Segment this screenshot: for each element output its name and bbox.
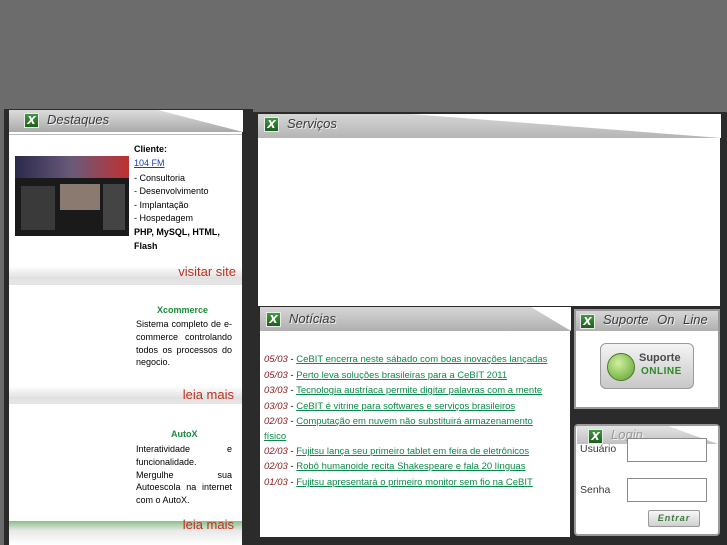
visit-band-lower	[9, 279, 242, 285]
client-link[interactable]: 104 FM	[134, 157, 165, 171]
service-item: - Implantação	[134, 200, 189, 210]
x-logo-icon: X	[264, 117, 279, 132]
news-link[interactable]: físico	[264, 431, 286, 442]
news-item[interactable]: 03/03 - CeBIT é vitrine para softwares e…	[264, 401, 515, 412]
news-date: 01/03	[264, 477, 288, 488]
support-badge-line1: Suporte	[639, 352, 681, 364]
service-item: - Consultoria	[134, 173, 186, 183]
news-item[interactable]: 05/03 - Perto leva soluções brasileiras …	[264, 370, 507, 381]
promo-autox-title: AutoX	[171, 429, 198, 439]
login-submit-button[interactable]: Entrar	[648, 510, 700, 527]
news-link[interactable]: CeBIT é vitrine para softwares e serviço…	[296, 401, 515, 412]
power-icon	[607, 353, 635, 381]
tech-list: PHP, MySQL, HTML,	[134, 227, 220, 237]
noticias-title: Notícias	[289, 311, 336, 326]
client-site-thumbnail[interactable]	[15, 156, 129, 236]
x-logo-icon: X	[24, 113, 39, 128]
header-notch	[158, 110, 243, 132]
news-link[interactable]: Robô humanoide recita Shakespeare e fala…	[296, 461, 525, 472]
news-link[interactable]: Fujitsu lança seu primeiro tablet em fei…	[296, 446, 529, 457]
news-link[interactable]: Computação em nuvem não substituirá arma…	[296, 416, 533, 427]
news-item[interactable]: 02/03 - Computação em nuvem não substitu…	[264, 416, 533, 427]
destaques-title: Destaques	[47, 112, 110, 127]
news-link[interactable]: Tecnologia austríaca permite digitar pal…	[296, 385, 542, 396]
service-item: - Desenvolvimento	[134, 186, 209, 196]
news-link[interactable]: Perto leva soluções brasileiras para a C…	[296, 370, 507, 381]
tech-list-2: Flash	[134, 241, 158, 251]
destaques-header	[9, 110, 243, 132]
client-label: Cliente:	[134, 144, 168, 154]
news-date: 02/03	[264, 461, 288, 472]
read-more-link[interactable]: leia mais	[183, 517, 234, 532]
password-input[interactable]	[627, 478, 707, 502]
thumbnail-content	[21, 186, 55, 230]
header-notch	[531, 307, 571, 331]
username-input[interactable]	[627, 438, 707, 462]
service-item: - Hospedagem	[134, 213, 194, 223]
x-logo-icon: X	[266, 312, 281, 327]
suporte-title: Suporte On Line	[603, 312, 708, 327]
thumbnail-banner	[15, 156, 129, 178]
news-date: 05/03	[264, 370, 288, 381]
promo-xcommerce-title: Xcommerce	[157, 305, 209, 315]
news-item[interactable]: 02/03 - Fujitsu lança seu primeiro table…	[264, 446, 529, 457]
promo-autox-text: Interatividade e funcionalidade. Mergulh…	[136, 444, 232, 506]
support-badge-line2: ONLINE	[641, 366, 682, 377]
news-date: 05/03	[264, 354, 288, 365]
online-support-button[interactable]: Suporte ONLINE	[600, 343, 694, 389]
password-label: Senha	[580, 484, 611, 496]
username-label: Usuário	[580, 443, 617, 455]
header-divider	[9, 134, 242, 135]
news-link[interactable]: CeBIT encerra neste sábado com boas inov…	[296, 354, 547, 365]
x-logo-icon: X	[588, 429, 603, 444]
news-item[interactable]: 02/03 - Robô humanoide recita Shakespear…	[264, 461, 525, 472]
news-item[interactable]: 01/03 - Fujitsu apresentará o primeiro m…	[264, 477, 533, 488]
servicos-panel	[258, 116, 720, 306]
promo-xcommerce-text: Sistema completo de e-commerce controlan…	[136, 319, 232, 368]
thumbnail-image	[60, 184, 100, 210]
news-item-continuation[interactable]: físico	[264, 431, 286, 442]
read-more-link[interactable]: leia mais	[183, 387, 234, 402]
news-date: 02/03	[264, 416, 288, 427]
servicos-title: Serviços	[287, 116, 337, 131]
x-logo-icon: X	[580, 314, 595, 329]
visit-site-link[interactable]: visitar site	[178, 264, 236, 279]
news-date: 03/03	[264, 385, 288, 396]
news-item[interactable]: 03/03 - Tecnologia austríaca permite dig…	[264, 385, 542, 396]
header-notch	[411, 114, 721, 138]
news-link[interactable]: Fujitsu apresentará o primeiro monitor s…	[296, 477, 533, 488]
news-date: 03/03	[264, 401, 288, 412]
news-item[interactable]: 05/03 - CeBIT encerra neste sábado com b…	[264, 354, 547, 365]
thumbnail-sidebar	[103, 184, 125, 230]
news-date: 02/03	[264, 446, 288, 457]
